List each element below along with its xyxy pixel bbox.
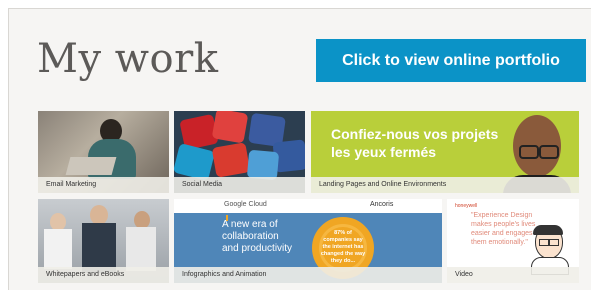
- quote-line-1: "Experience Design: [471, 212, 533, 219]
- tile-whitepapers[interactable]: Whitepapers and eBooks: [38, 199, 169, 283]
- infographic-line-1: A new era of: [222, 219, 278, 230]
- infographic-headline: A new era of collaboration and productiv…: [222, 219, 292, 255]
- tile-caption: Video: [447, 267, 579, 283]
- tile-social-media[interactable]: Social Media: [174, 111, 305, 193]
- quote-line-4: them emotionally.": [471, 239, 528, 246]
- tile-caption: Social Media: [174, 177, 305, 193]
- quote-line-2: makes people's lives: [471, 221, 536, 228]
- tile-caption: Infographics and Animation: [174, 267, 442, 283]
- my-work-section: My work Click to view online portfolio E…: [8, 8, 591, 290]
- quote-line-3: easier and engages: [471, 230, 533, 237]
- tile-caption: Whitepapers and eBooks: [38, 267, 169, 283]
- google-cloud-logo: Google Cloud: [224, 201, 267, 208]
- tile-caption: Landing Pages and Online Environments: [311, 177, 579, 193]
- tile-email-marketing[interactable]: Email Marketing: [38, 111, 169, 193]
- infographic-line-2: collaboration: [222, 231, 279, 242]
- landing-headline-line-1: Confiez-nous vos projets: [331, 126, 499, 142]
- tile-caption: Email Marketing: [38, 177, 169, 193]
- stat-line-4: changed the way: [320, 251, 366, 257]
- stat-line-2: companies say: [323, 237, 363, 243]
- tile-video[interactable]: honeywell "Experience Design makes peopl…: [447, 199, 579, 283]
- tile-infographics[interactable]: Google Cloud Ancoris A new era of collab…: [174, 199, 442, 283]
- stat-line-3: the internet has: [322, 244, 364, 250]
- ancoris-logo: Ancoris: [370, 201, 394, 208]
- tile-landing-pages[interactable]: Confiez-nous vos projets les yeux fermés…: [311, 111, 579, 193]
- honeywell-logo: honeywell: [455, 203, 478, 209]
- landing-headline-line-2: les yeux fermés: [331, 144, 437, 160]
- stat-line-1: 87% of: [334, 230, 352, 236]
- landing-headline: Confiez-nous vos projets les yeux fermés: [331, 125, 498, 161]
- video-quote: "Experience Design makes people's lives …: [471, 211, 535, 247]
- infographic-line-3: and productivity: [222, 243, 293, 254]
- stat-line-5: they do...: [330, 258, 356, 264]
- infographic-header: Google Cloud Ancoris: [174, 199, 442, 213]
- section-title: My work: [37, 36, 219, 82]
- view-portfolio-button[interactable]: Click to view online portfolio: [316, 39, 586, 82]
